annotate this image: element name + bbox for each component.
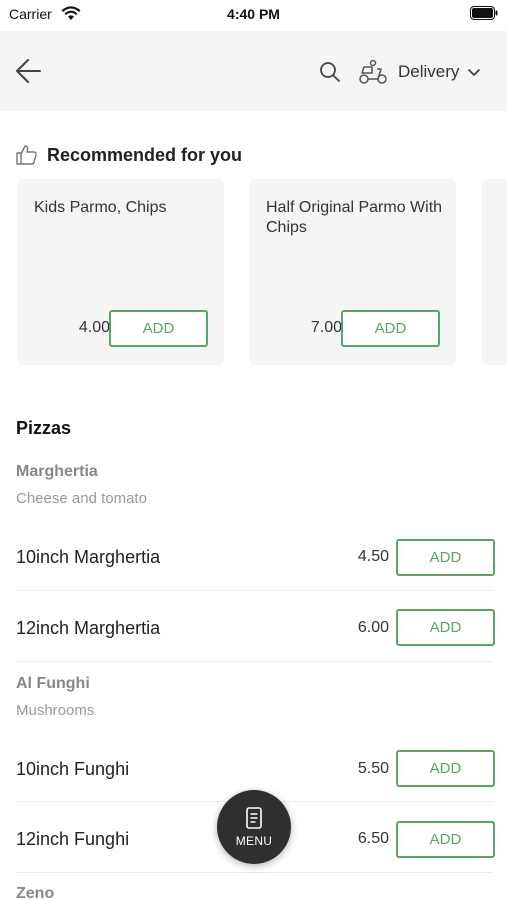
add-button[interactable]: ADD <box>341 310 440 347</box>
section-title: Pizzas <box>16 418 72 438</box>
back-arrow-icon <box>16 59 41 83</box>
menu-item-price: 6.00 <box>357 619 389 636</box>
add-button[interactable]: ADD <box>396 609 495 646</box>
battery-icon <box>470 6 498 25</box>
group-description: Mushrooms <box>16 702 95 719</box>
scooter-icon <box>359 59 387 84</box>
recommended-item-name: Half Original Parmo With Chips <box>266 199 443 236</box>
menu-item-name: 12inch Funghi <box>16 829 130 849</box>
menu-fab-label: MENU <box>235 834 273 848</box>
add-button[interactable]: ADD <box>396 539 495 576</box>
menu-item-price: 4.50 <box>357 548 389 565</box>
recommended-card-partial[interactable] <box>482 179 507 365</box>
add-button[interactable]: ADD <box>396 750 495 787</box>
chevron-down-icon <box>468 69 481 76</box>
group-name: Zeno <box>16 885 55 900</box>
group-description: Cheese and tomato <box>16 490 147 507</box>
header: Delivery <box>0 31 507 111</box>
menu-fab-button[interactable]: MENU <box>217 790 291 864</box>
add-button[interactable]: ADD <box>109 310 208 347</box>
menu-item-name: 10inch Marghertia <box>16 547 161 567</box>
back-button[interactable] <box>12 57 44 85</box>
recommended-item-name: Kids Parmo, Chips <box>34 199 167 216</box>
search-icon <box>320 62 340 82</box>
divider <box>16 872 493 873</box>
menu-item-price: 6.50 <box>357 830 389 847</box>
clock: 4:40 PM <box>227 6 280 22</box>
divider <box>16 661 493 662</box>
thumbs-up-icon <box>16 145 37 165</box>
status-bar: Carrier 4:40 PM <box>0 0 507 30</box>
search-button[interactable] <box>318 60 342 84</box>
menu-item-name: 12inch Marghertia <box>16 618 161 638</box>
add-button[interactable]: ADD <box>396 821 495 858</box>
menu-book-icon <box>246 807 262 829</box>
recommended-title: Recommended for you <box>47 144 243 165</box>
divider <box>16 590 493 591</box>
recommended-heading: Recommended for you <box>15 142 242 168</box>
recommended-item-price: 7.00 <box>310 319 342 336</box>
group-name: Marghertia <box>16 463 98 480</box>
recommended-item-price: 4.00 <box>78 319 110 336</box>
delivery-selector[interactable]: Delivery <box>358 57 481 87</box>
recommended-card[interactable]: Half Original Parmo With Chips 7.00 ADD <box>249 179 456 365</box>
menu-item-name: 10inch Funghi <box>16 759 130 779</box>
group-name: Al Funghi <box>16 675 90 692</box>
menu-item-price: 5.50 <box>357 760 389 777</box>
delivery-label: Delivery <box>398 62 460 81</box>
recommended-card[interactable]: Kids Parmo, Chips 4.00 ADD <box>17 179 224 365</box>
